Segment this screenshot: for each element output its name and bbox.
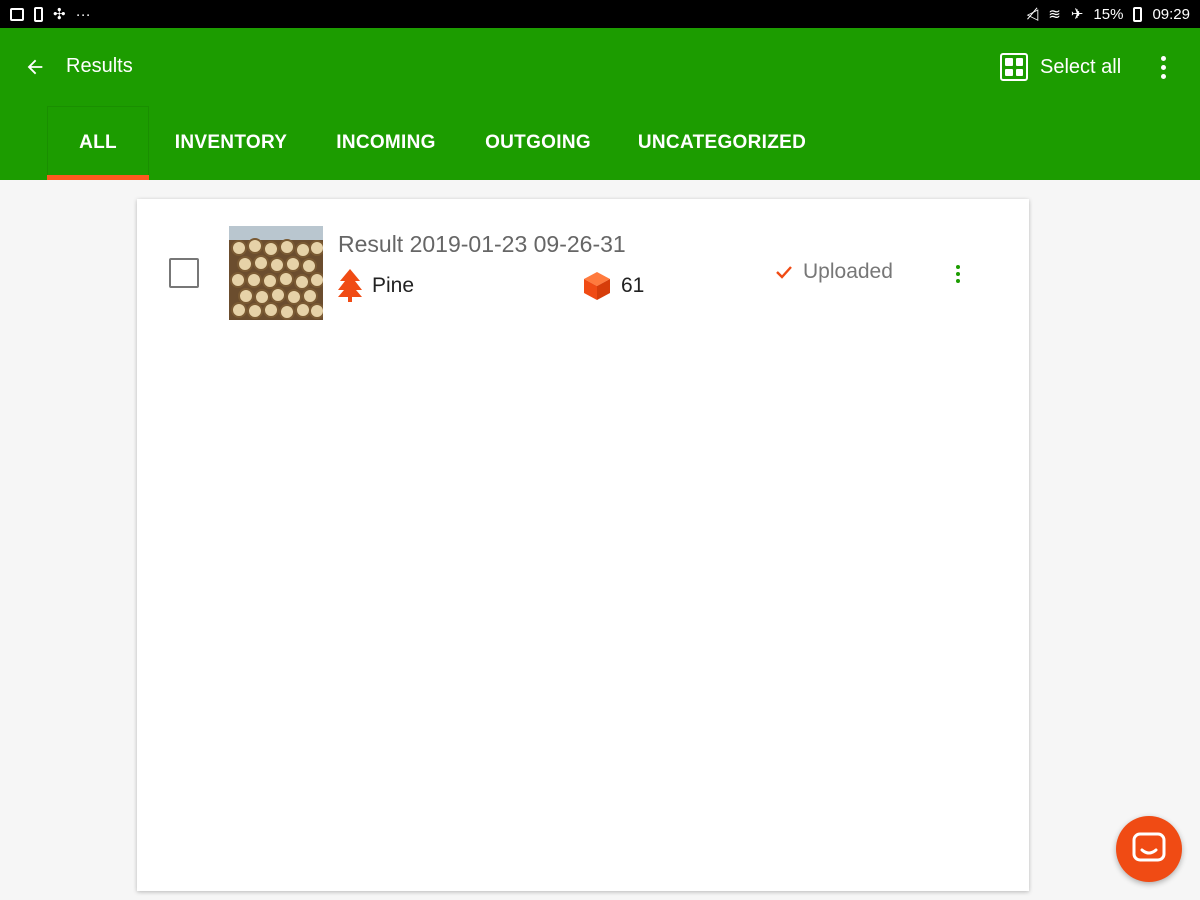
cube-icon <box>584 272 610 300</box>
result-thumbnail[interactable] <box>229 226 323 320</box>
fan-icon: ✣ <box>53 5 66 23</box>
tab-all[interactable]: ALL <box>47 106 149 180</box>
status-right: ◁̸ ≋ ✈ 15% 09:29 <box>1027 6 1190 23</box>
select-all-icon <box>1000 53 1028 81</box>
airplane-icon: ✈ <box>1070 5 1084 23</box>
check-icon <box>776 266 792 279</box>
back-button[interactable] <box>20 52 50 82</box>
status-label: Uploaded <box>803 260 893 283</box>
tab-outgoing[interactable]: OUTGOING <box>470 106 606 180</box>
more-options-button[interactable] <box>1150 50 1176 84</box>
chat-fab[interactable] <box>1116 816 1182 882</box>
tree-icon <box>338 269 362 302</box>
species-label: Pine <box>372 274 415 297</box>
status-bar: ✣ ··· ◁̸ ≋ ✈ 15% 09:29 <box>0 0 1200 28</box>
more-vert-icon <box>956 265 960 269</box>
arrow-left-icon <box>27 59 43 75</box>
tab-incoming[interactable]: INCOMING <box>320 106 452 180</box>
battery-icon <box>1133 6 1143 22</box>
toolbar: Results Select all <box>0 28 1200 106</box>
clock: 09:29 <box>1152 5 1190 23</box>
tab-uncategorized[interactable]: UNCATEGORIZED <box>625 106 819 180</box>
tab-bar: ALL INVENTORY INCOMING OUTGOING UNCATEGO… <box>0 106 1200 180</box>
gallery-icon <box>10 7 24 21</box>
battery-saver-icon <box>34 6 43 22</box>
status-left: ✣ ··· <box>10 5 91 23</box>
select-all-label: Select all <box>1040 55 1122 78</box>
result-title[interactable]: Result 2019-01-23 09-26-31 <box>338 231 626 258</box>
wifi-icon: ≋ <box>1048 5 1061 23</box>
upload-status: Uploaded <box>775 260 893 284</box>
battery-percent: 15% <box>1093 5 1124 23</box>
page-title: Results <box>66 55 133 77</box>
results-card: Result 2019-01-23 09-26-31 Pine 61 Uploa… <box>137 199 1029 891</box>
count-value: 61 <box>621 274 645 297</box>
chat-icon <box>1132 832 1166 862</box>
tab-inventory[interactable]: INVENTORY <box>160 106 302 180</box>
app-bar: Results Select all ALL INVENTORY INCOMIN… <box>0 28 1200 180</box>
more-vert-icon <box>1160 55 1166 61</box>
select-all-button[interactable]: Select all <box>1000 50 1121 84</box>
result-more-button[interactable] <box>949 261 967 287</box>
result-checkbox[interactable] <box>169 258 199 288</box>
result-count: 61 <box>583 271 644 301</box>
mute-icon: ◁̸ <box>1026 5 1039 23</box>
result-species: Pine <box>338 269 414 303</box>
more-notifications-icon: ··· <box>75 5 91 23</box>
